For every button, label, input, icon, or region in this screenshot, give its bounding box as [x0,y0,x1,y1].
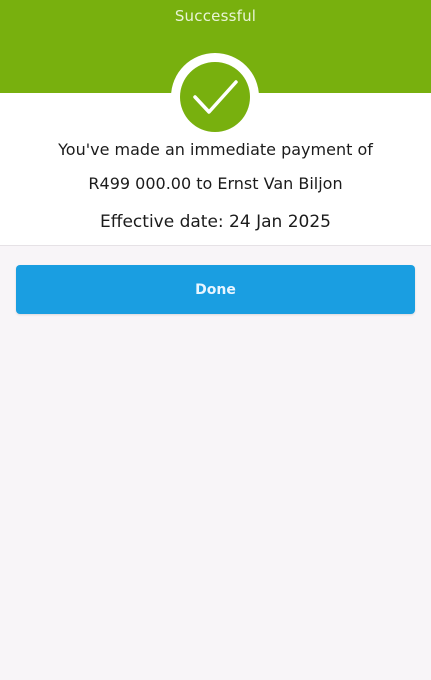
checkmark-glyph [193,80,238,114]
payment-amount-recipient: R499 000.00 to Ernst Van Biljon [88,174,343,193]
done-button[interactable]: Done [16,265,415,314]
payment-message: You've made an immediate payment of [58,140,373,159]
page-title: Successful [174,7,257,25]
checkmark-icon [180,62,250,132]
effective-date: Effective date: 24 Jan 2025 [100,212,331,232]
